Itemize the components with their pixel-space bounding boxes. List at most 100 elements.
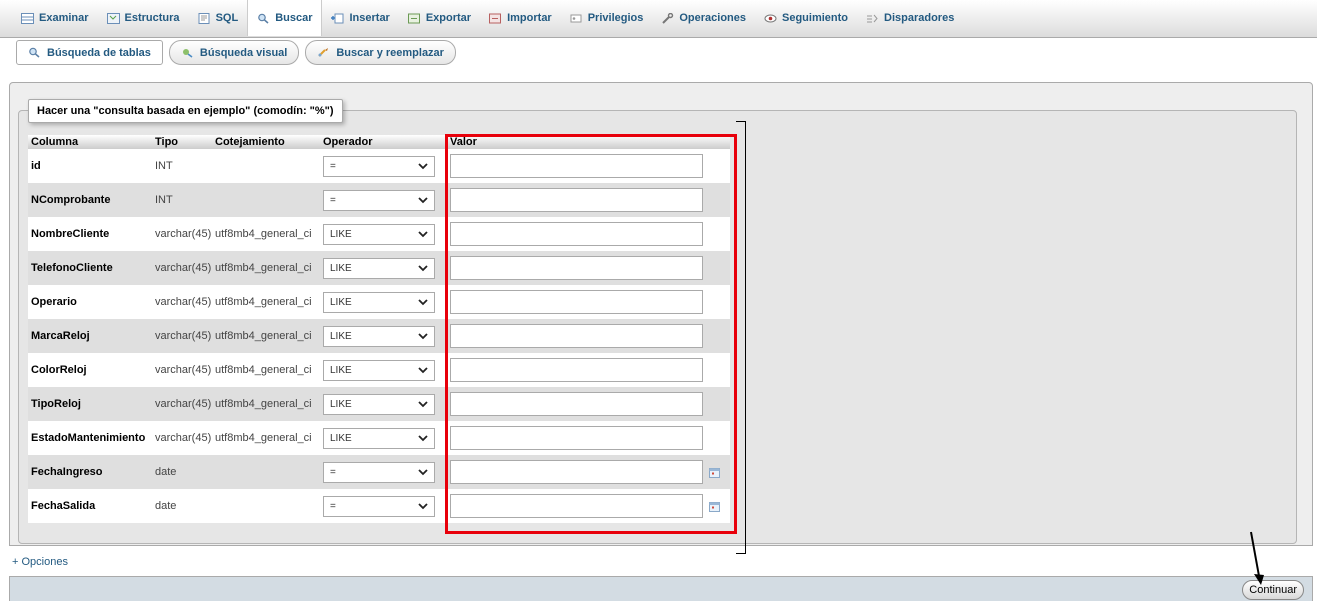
tab-label: Seguimiento xyxy=(782,12,849,24)
operator-select[interactable]: LIKE xyxy=(323,223,435,245)
tab-sql[interactable]: SQL xyxy=(189,0,248,36)
column-type: varchar(45) xyxy=(152,285,212,319)
find-replace-icon xyxy=(317,47,330,58)
column-type: date xyxy=(152,489,212,523)
structure-icon xyxy=(106,12,120,24)
chevron-down-icon xyxy=(418,400,428,407)
header-type: Tipo xyxy=(152,135,212,149)
tab-insertar[interactable]: Insertar xyxy=(322,0,398,36)
operator-select[interactable]: = xyxy=(323,495,435,517)
column-type: date xyxy=(152,455,212,489)
tab-find-replace-label: Buscar y reemplazar xyxy=(336,46,444,59)
column-name: EstadoMantenimiento xyxy=(28,421,152,455)
search-icon xyxy=(257,13,270,24)
operator-cell: = xyxy=(320,455,447,489)
chevron-down-icon xyxy=(418,162,428,169)
operator-cell: LIKE xyxy=(320,353,447,387)
column-collation xyxy=(212,455,320,489)
operator-select[interactable]: = xyxy=(323,155,435,177)
operator-cell: = xyxy=(320,489,447,523)
column-type: varchar(45) xyxy=(152,421,212,455)
tab-table-search[interactable]: Búsqueda de tablas xyxy=(16,40,163,65)
tab-seguimiento[interactable]: Seguimiento xyxy=(755,0,857,36)
operator-cell: LIKE xyxy=(320,251,447,285)
operator-value: = xyxy=(330,160,336,172)
column-name: id xyxy=(28,149,152,183)
operator-select[interactable]: LIKE xyxy=(323,325,435,347)
operator-cell: LIKE xyxy=(320,285,447,319)
column-collation xyxy=(212,183,320,217)
insert-icon xyxy=(331,13,344,24)
export-icon xyxy=(407,13,421,24)
operator-select[interactable]: LIKE xyxy=(323,393,435,415)
operator-select[interactable]: LIKE xyxy=(323,427,435,449)
chevron-down-icon xyxy=(418,264,428,271)
chevron-down-icon xyxy=(418,298,428,305)
operator-cell: LIKE xyxy=(320,387,447,421)
column-collation xyxy=(212,489,320,523)
tab-label: Insertar xyxy=(349,12,390,24)
chevron-down-icon xyxy=(418,332,428,339)
operator-select[interactable]: = xyxy=(323,461,435,483)
column-collation: utf8mb4_general_ci xyxy=(212,251,320,285)
tab-buscar[interactable]: Buscar xyxy=(247,0,323,36)
column-collation xyxy=(212,149,320,183)
tab-disparadores[interactable]: Disparadores xyxy=(857,0,963,36)
tab-privilegios[interactable]: Privilegios xyxy=(561,0,653,36)
operator-select[interactable]: LIKE xyxy=(323,359,435,381)
operator-value: = xyxy=(330,466,336,478)
column-collation: utf8mb4_general_ci xyxy=(212,421,320,455)
tab-visual-search[interactable]: Búsqueda visual xyxy=(168,40,300,65)
column-name: Operario xyxy=(28,285,152,319)
top-tab-bar: Examinar Estructura SQL Buscar Insertar Expor… xyxy=(0,0,1317,38)
column-name: MarcaReloj xyxy=(28,319,152,353)
operator-select[interactable]: LIKE xyxy=(323,291,435,313)
tab-label: Importar xyxy=(507,12,552,24)
tab-find-replace[interactable]: Buscar y reemplazar xyxy=(305,40,456,65)
column-collation: utf8mb4_general_ci xyxy=(212,217,320,251)
column-collation: utf8mb4_general_ci xyxy=(212,353,320,387)
tab-label: Privilegios xyxy=(587,12,644,24)
import-icon xyxy=(489,13,502,24)
chevron-down-icon xyxy=(418,230,428,237)
search-icon xyxy=(28,47,41,58)
column-type: varchar(45) xyxy=(152,251,212,285)
table-browse-icon xyxy=(21,12,34,24)
fieldset-legend: Hacer una "consulta basada en ejemplo" (… xyxy=(28,99,343,123)
column-type: varchar(45) xyxy=(152,387,212,421)
header-column: Columna xyxy=(28,135,152,149)
column-collation: utf8mb4_general_ci xyxy=(212,285,320,319)
tab-examinar[interactable]: Examinar xyxy=(12,0,98,36)
column-type: INT xyxy=(152,149,212,183)
tab-visual-search-label: Búsqueda visual xyxy=(199,46,288,59)
operator-select[interactable]: = xyxy=(323,189,435,211)
operator-value: = xyxy=(330,500,336,512)
tab-label: Disparadores xyxy=(884,12,955,24)
tab-label: Examinar xyxy=(39,12,89,24)
visual-search-icon xyxy=(181,47,194,58)
tab-exportar[interactable]: Exportar xyxy=(399,0,480,36)
tab-estructura[interactable]: Estructura xyxy=(98,0,189,36)
chevron-down-icon xyxy=(418,196,428,203)
column-name: TipoReloj xyxy=(28,387,152,421)
tab-operaciones[interactable]: Operaciones xyxy=(652,0,755,36)
operator-select[interactable]: LIKE xyxy=(323,257,435,279)
column-name: FechaIngreso xyxy=(28,455,152,489)
column-type: varchar(45) xyxy=(152,319,212,353)
annotation-arrow xyxy=(1250,531,1264,585)
tab-importar[interactable]: Importar xyxy=(480,0,561,36)
tab-label: SQL xyxy=(215,12,239,24)
column-collation: utf8mb4_general_ci xyxy=(212,319,320,353)
column-name: TelefonoCliente xyxy=(28,251,152,285)
options-link[interactable]: + Opciones xyxy=(12,556,68,568)
column-name: NombreCliente xyxy=(28,217,152,251)
wrench-icon xyxy=(661,12,674,24)
value-column-highlight xyxy=(445,134,737,534)
chevron-down-icon xyxy=(418,366,428,373)
operator-value: LIKE xyxy=(330,330,352,342)
sql-icon xyxy=(198,12,211,24)
header-operator: Operador xyxy=(320,135,447,149)
chevron-down-icon xyxy=(418,468,428,475)
column-collation: utf8mb4_general_ci xyxy=(212,387,320,421)
operator-value: LIKE xyxy=(330,296,352,308)
